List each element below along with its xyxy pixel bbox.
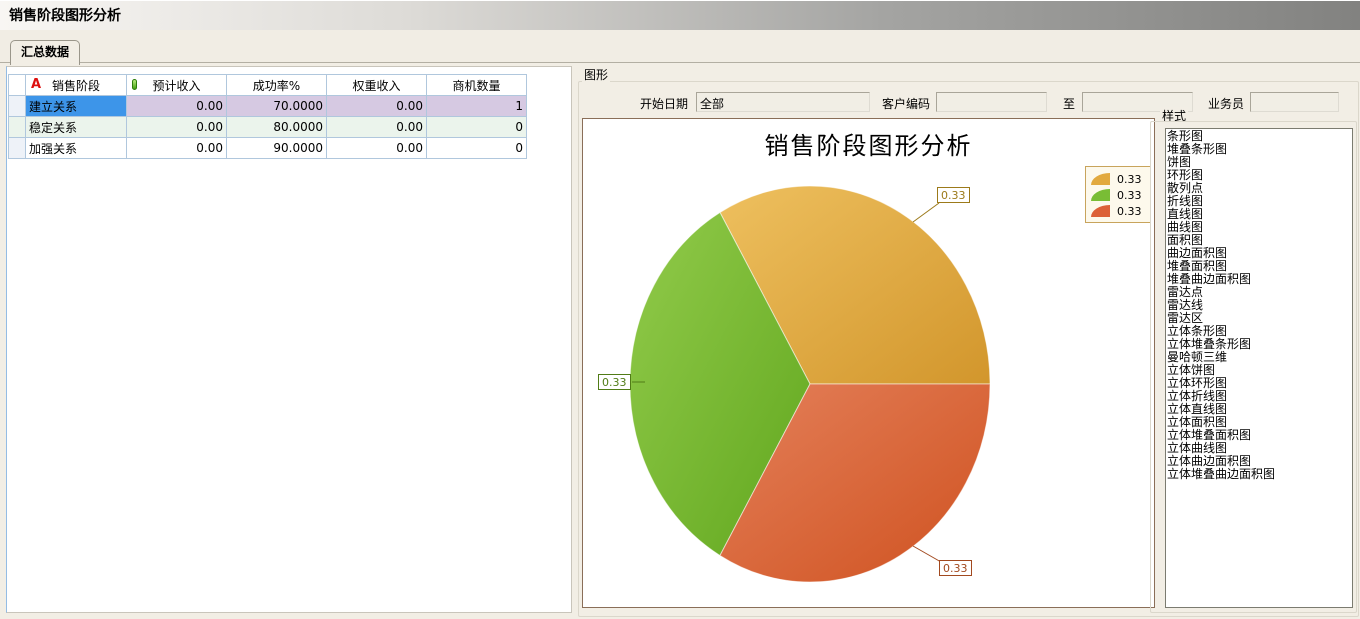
column-header-expected[interactable]: 预计收入 xyxy=(127,75,227,96)
pie-chart-panel: 销售阶段图形分析 0.33 0.33 0.33 0.33 0.33 0.33 xyxy=(582,118,1155,608)
style-list-item[interactable]: 立体堆叠曲边面积图 xyxy=(1167,468,1352,481)
column-header-stage-label: 销售阶段 xyxy=(52,79,100,93)
column-header-expected-label: 预计收入 xyxy=(152,79,200,93)
table-row[interactable]: 建立关系 0.00 70.0000 0.00 1 xyxy=(9,96,527,117)
to-label: 至 xyxy=(1057,95,1075,112)
legend-swatch-red xyxy=(1091,205,1110,217)
cell-count[interactable]: 0 xyxy=(427,138,527,159)
column-header-rate[interactable]: 成功率% xyxy=(227,75,327,96)
filter-row: 开始日期 客户编码 至 业务员 xyxy=(578,91,1360,113)
cell-stage[interactable]: 加强关系 xyxy=(26,138,127,159)
customer-code-label: 客户编码 xyxy=(872,95,930,112)
sort-a-icon: A xyxy=(31,79,41,91)
slice-data-label: 0.33 xyxy=(598,374,631,390)
column-header-rate-label: 成功率% xyxy=(253,79,300,93)
table-row[interactable]: 稳定关系 0.00 80.0000 0.00 0 xyxy=(9,117,527,138)
table-row[interactable]: 加强关系 0.00 90.0000 0.00 0 xyxy=(9,138,527,159)
legend-swatch-orange xyxy=(1091,173,1110,185)
leader-line-3 xyxy=(913,546,941,562)
legend-value: 0.33 xyxy=(1117,205,1142,218)
row-indicator[interactable] xyxy=(9,138,26,159)
legend-value: 0.33 xyxy=(1117,173,1142,186)
leader-line-1 xyxy=(913,203,939,222)
cell-expected[interactable]: 0.00 xyxy=(127,96,227,117)
sales-stage-table: A 销售阶段 预计收入 成功率% 权重收入 商机数量 xyxy=(8,74,527,159)
row-indicator[interactable] xyxy=(9,117,26,138)
column-header-stage[interactable]: A 销售阶段 xyxy=(26,75,127,96)
content-area: A 销售阶段 预计收入 成功率% 权重收入 商机数量 xyxy=(0,62,1360,619)
start-date-input[interactable] xyxy=(696,92,870,112)
cell-count[interactable]: 0 xyxy=(427,117,527,138)
style-list-item[interactable]: 堆叠条形图 xyxy=(1167,143,1352,156)
row-indicator[interactable] xyxy=(9,96,26,117)
legend-entry: 0.33 xyxy=(1091,171,1145,187)
start-date-label: 开始日期 xyxy=(618,95,688,112)
column-header-weighted-label: 权重收入 xyxy=(352,79,400,93)
row-header-corner[interactable] xyxy=(9,75,26,96)
cell-stage[interactable]: 稳定关系 xyxy=(26,117,127,138)
column-header-count-label: 商机数量 xyxy=(452,79,500,93)
pie-chart xyxy=(583,119,1154,607)
chart-style-list[interactable]: 条形图堆叠条形图饼图环形图散列点折线图直线图曲线图面积图曲边面积图堆叠面积图堆叠… xyxy=(1165,128,1353,608)
chart-title: 销售阶段图形分析 xyxy=(583,126,1154,161)
cell-weighted[interactable]: 0.00 xyxy=(327,138,427,159)
graph-region: 图形 开始日期 客户编码 至 业务员 xyxy=(578,65,1360,619)
salesman-label: 业务员 xyxy=(1200,95,1244,112)
slice-data-label: 0.33 xyxy=(937,187,970,203)
cell-weighted[interactable]: 0.00 xyxy=(327,96,427,117)
customer-code-input[interactable] xyxy=(936,92,1047,112)
column-header-count[interactable]: 商机数量 xyxy=(427,75,527,96)
window-title: 销售阶段图形分析 xyxy=(0,0,1360,30)
cell-weighted[interactable]: 0.00 xyxy=(327,117,427,138)
chart-legend: 0.33 0.33 0.33 xyxy=(1085,166,1151,223)
salesman-input[interactable] xyxy=(1250,92,1339,112)
cell-expected[interactable]: 0.00 xyxy=(127,138,227,159)
graph-group-label: 图形 xyxy=(582,66,610,83)
cell-rate[interactable]: 80.0000 xyxy=(227,117,327,138)
cell-rate[interactable]: 90.0000 xyxy=(227,138,327,159)
tab-strip: 汇总数据 xyxy=(0,30,1360,63)
cell-rate[interactable]: 70.0000 xyxy=(227,96,327,117)
slice-data-label: 0.33 xyxy=(939,560,972,576)
style-groupbox: 条形图堆叠条形图饼图环形图散列点折线图直线图曲线图面积图曲边面积图堆叠面积图堆叠… xyxy=(1150,121,1357,613)
legend-swatch-green xyxy=(1091,189,1110,201)
cell-count[interactable]: 1 xyxy=(427,96,527,117)
cell-expected[interactable]: 0.00 xyxy=(127,117,227,138)
green-pill-icon xyxy=(132,79,137,90)
cell-stage[interactable]: 建立关系 xyxy=(26,96,127,117)
legend-entry: 0.33 xyxy=(1091,187,1145,203)
summary-table-panel: A 销售阶段 预计收入 成功率% 权重收入 商机数量 xyxy=(6,66,572,613)
legend-value: 0.33 xyxy=(1117,189,1142,202)
legend-entry: 0.33 xyxy=(1091,203,1145,219)
table-header-row: A 销售阶段 预计收入 成功率% 权重收入 商机数量 xyxy=(9,75,527,96)
column-header-weighted[interactable]: 权重收入 xyxy=(327,75,427,96)
tab-summary-data[interactable]: 汇总数据 xyxy=(10,40,80,65)
